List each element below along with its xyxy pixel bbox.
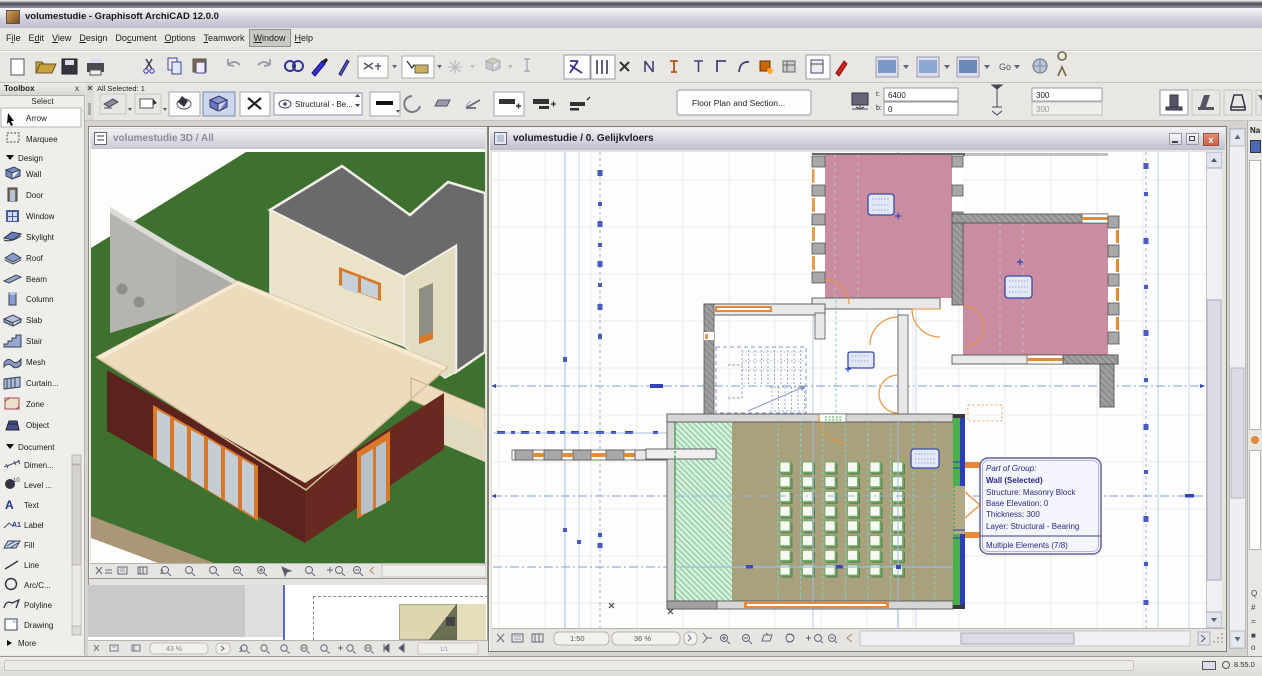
svg-text:Column: Column [26, 295, 54, 304]
svg-text:Object: Object [26, 421, 50, 430]
svg-text:Thickness: 300: Thickness: 300 [986, 510, 1040, 519]
svg-text:All Selected: 1: All Selected: 1 [97, 84, 145, 93]
svg-text:Wall (Selected): Wall (Selected) [986, 476, 1043, 485]
svg-text:Text: Text [24, 501, 39, 510]
svg-text:Mesh: Mesh [26, 358, 46, 367]
svg-text:Level ...: Level ... [24, 481, 52, 490]
svg-text:6400: 6400 [888, 91, 906, 100]
svg-text:Wall: Wall [26, 170, 41, 179]
svg-text:=: = [1251, 617, 1256, 626]
svg-text:Door: Door [26, 191, 44, 200]
svg-text:Curtain...: Curtain... [26, 379, 58, 388]
svg-text:Fill: Fill [24, 541, 34, 550]
svg-text:Drawing: Drawing [24, 621, 53, 630]
svg-text:■: ■ [1251, 631, 1256, 640]
svg-text:Arc/C...: Arc/C... [24, 581, 51, 590]
svg-text:1/1: 1/1 [440, 647, 449, 653]
svg-text:Label: Label [24, 521, 44, 530]
svg-text:Structural - Be...: Structural - Be... [295, 100, 353, 109]
svg-text:Floor Plan and Section...: Floor Plan and Section... [692, 98, 785, 108]
svg-text:10: 10 [13, 478, 20, 484]
svg-text:Slab: Slab [26, 316, 43, 325]
svg-text:Marquee: Marquee [26, 135, 58, 144]
svg-text:o: o [1251, 643, 1256, 652]
svg-text:t:: t: [876, 91, 880, 98]
svg-text:43 %: 43 % [166, 646, 182, 653]
svg-text:A1: A1 [12, 522, 21, 529]
svg-text:Base Elevation: 0: Base Elevation: 0 [986, 499, 1049, 508]
svg-text:b:: b: [876, 105, 882, 112]
svg-text:#: # [1251, 603, 1256, 612]
svg-text:Go: Go [999, 62, 1011, 72]
svg-text:Roof: Roof [26, 254, 44, 263]
svg-text:Design: Design [18, 154, 43, 163]
svg-text:Skylight: Skylight [26, 233, 55, 242]
svg-text:300: 300 [1036, 91, 1050, 100]
svg-text:Polyline: Polyline [24, 601, 53, 610]
svg-text:Window: Window [26, 212, 55, 221]
svg-text:More: More [18, 639, 37, 648]
svg-text:A: A [5, 498, 14, 512]
svg-text:1:50: 1:50 [570, 634, 585, 643]
svg-text:300: 300 [1036, 105, 1050, 114]
svg-text:Structure: Masonry Block: Structure: Masonry Block [986, 488, 1076, 497]
svg-text:Line: Line [24, 561, 40, 570]
svg-text:Stair: Stair [26, 337, 43, 346]
svg-text:Document: Document [18, 443, 55, 452]
svg-text:Dimen...: Dimen... [24, 461, 54, 470]
svg-text:0: 0 [888, 105, 893, 114]
svg-text:Arrow: Arrow [26, 114, 47, 123]
svg-text:Part of Group:: Part of Group: [986, 464, 1036, 473]
svg-text:Zone: Zone [26, 400, 45, 409]
svg-text:36 %: 36 % [634, 634, 651, 643]
svg-text:Beam: Beam [26, 275, 47, 284]
svg-text:Q: Q [1251, 589, 1257, 598]
svg-text:Multiple Elements (7/8): Multiple Elements (7/8) [986, 541, 1068, 550]
svg-text:Layer: Structural - Bearing: Layer: Structural - Bearing [986, 522, 1079, 531]
